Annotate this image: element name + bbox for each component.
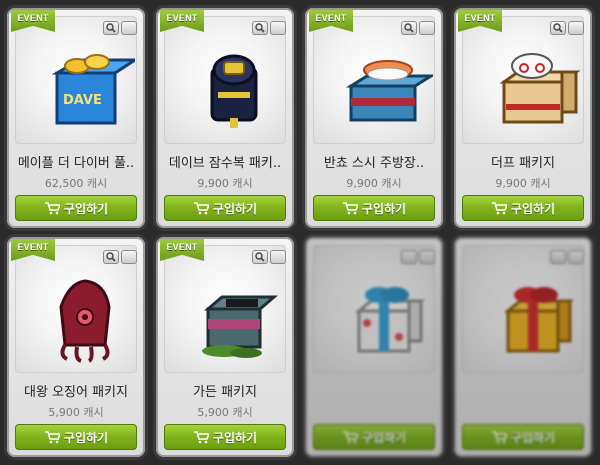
item-name: 가든 패키지	[193, 385, 257, 400]
buy-button-label: 구입하기	[510, 201, 556, 216]
cart-icon	[44, 201, 60, 214]
wishlist-button[interactable]	[121, 250, 137, 264]
item-name: 반쵸 스시 주방장..	[323, 156, 425, 171]
cart-icon	[491, 430, 507, 443]
event-badge: EVENT	[458, 10, 502, 42]
buy-button[interactable]: 구입하기	[313, 195, 435, 221]
item-image-box	[313, 245, 435, 373]
item-image: DAVE	[51, 54, 135, 125]
buy-button-label: 구입하기	[212, 201, 258, 216]
wishlist-button[interactable]	[121, 21, 137, 35]
event-badge: EVENT	[11, 10, 55, 42]
zoom-button[interactable]	[550, 21, 566, 35]
magnifier-icon	[255, 252, 265, 262]
gift-box-image	[503, 287, 575, 353]
zoom-button[interactable]	[252, 21, 268, 35]
item-name: 더프 패키지	[491, 156, 555, 171]
event-badge-label: EVENT	[17, 242, 49, 252]
buy-button[interactable]: 구입하기	[15, 424, 137, 450]
magnifier-icon	[106, 252, 116, 262]
buy-button[interactable]: 구입하기	[15, 195, 137, 221]
wishlist-button[interactable]	[419, 21, 435, 35]
item-image-box	[462, 245, 584, 373]
buy-button-label: 구입하기	[63, 201, 109, 216]
zoom-button[interactable]	[252, 250, 268, 264]
item-price: 5,900 캐시	[197, 406, 253, 419]
event-badge-label: EVENT	[17, 13, 49, 23]
magnifier-icon	[404, 23, 414, 33]
item-image	[202, 295, 279, 358]
cart-icon	[342, 430, 358, 443]
item-price: 9,900 캐시	[495, 177, 551, 190]
buy-button: 구입하기	[462, 424, 584, 450]
event-badge: EVENT	[160, 10, 204, 42]
zoom-button[interactable]	[401, 21, 417, 35]
event-badge-label: EVENT	[166, 13, 198, 23]
item-image	[59, 279, 111, 363]
svg-text:DAVE: DAVE	[63, 93, 102, 108]
buy-button-label: 구입하기	[212, 430, 258, 445]
item-card[interactable]: EVENT 데이브 잠수복 패키.. 9,900 캐시 구입하기	[156, 8, 294, 228]
item-card[interactable]: EVENT 가든 패키지 5,900 캐시 구입하기	[156, 237, 294, 457]
cart-icon	[193, 430, 209, 443]
item-price: 9,900 캐시	[346, 177, 402, 190]
event-badge-label: EVENT	[464, 13, 496, 23]
item-name: 메이플 더 다이버 풀..	[17, 156, 135, 171]
item-card[interactable]: EVENT 더프 패키지 9,900 캐시 구입하기	[454, 8, 592, 228]
wishlist-button[interactable]	[568, 21, 584, 35]
buy-button: 구입하기	[313, 424, 435, 450]
buy-button[interactable]: 구입하기	[164, 195, 286, 221]
zoom-button[interactable]	[103, 21, 119, 35]
cart-icon	[193, 201, 209, 214]
item-card[interactable]: EVENT 대왕 오징어 패키지 5,900 캐시 구입하기	[7, 237, 145, 457]
item-card[interactable]: EVENT 반쵸 스시 주방장.. 9,900 캐시 구입하기	[305, 8, 443, 228]
item-image	[210, 54, 258, 128]
magnifier-icon	[255, 23, 265, 33]
zoom-button	[550, 250, 566, 264]
zoom-button	[401, 250, 417, 264]
item-image	[345, 60, 433, 122]
event-badge: EVENT	[11, 239, 55, 271]
item-name: 데이브 잠수복 패키..	[168, 156, 282, 171]
magnifier-icon	[106, 23, 116, 33]
item-grid: DAVE EVENT 메이플 더 다이버 풀.. 62,500 캐시 구입하기	[0, 0, 600, 465]
item-price: 5,900 캐시	[48, 406, 104, 419]
event-badge-label: EVENT	[315, 13, 347, 23]
zoom-button[interactable]	[103, 250, 119, 264]
wishlist-button	[568, 250, 584, 264]
item-card-blurred: 구입하기	[305, 237, 443, 457]
cart-icon	[342, 201, 358, 214]
buy-button-label: 구입하기	[510, 430, 556, 445]
wishlist-button[interactable]	[270, 21, 286, 35]
item-price: 9,900 캐시	[197, 177, 253, 190]
item-image	[499, 53, 581, 124]
buy-button-label: 구입하기	[361, 430, 407, 445]
item-card-blurred: 구입하기	[454, 237, 592, 457]
event-badge: EVENT	[309, 10, 353, 42]
event-badge-label: EVENT	[166, 242, 198, 252]
wishlist-button[interactable]	[270, 250, 286, 264]
wishlist-button	[419, 250, 435, 264]
cart-icon	[491, 201, 507, 214]
cart-icon	[44, 430, 60, 443]
event-badge: EVENT	[160, 239, 204, 271]
item-card[interactable]: DAVE EVENT 메이플 더 다이버 풀.. 62,500 캐시 구입하기	[7, 8, 145, 228]
buy-button-label: 구입하기	[361, 201, 407, 216]
buy-button-label: 구입하기	[63, 430, 109, 445]
item-price: 62,500 캐시	[44, 177, 108, 190]
buy-button[interactable]: 구입하기	[164, 424, 286, 450]
item-name: 대왕 오징어 패키지	[24, 385, 128, 400]
magnifier-icon	[553, 23, 563, 33]
gift-box-image	[354, 287, 426, 353]
buy-button[interactable]: 구입하기	[462, 195, 584, 221]
